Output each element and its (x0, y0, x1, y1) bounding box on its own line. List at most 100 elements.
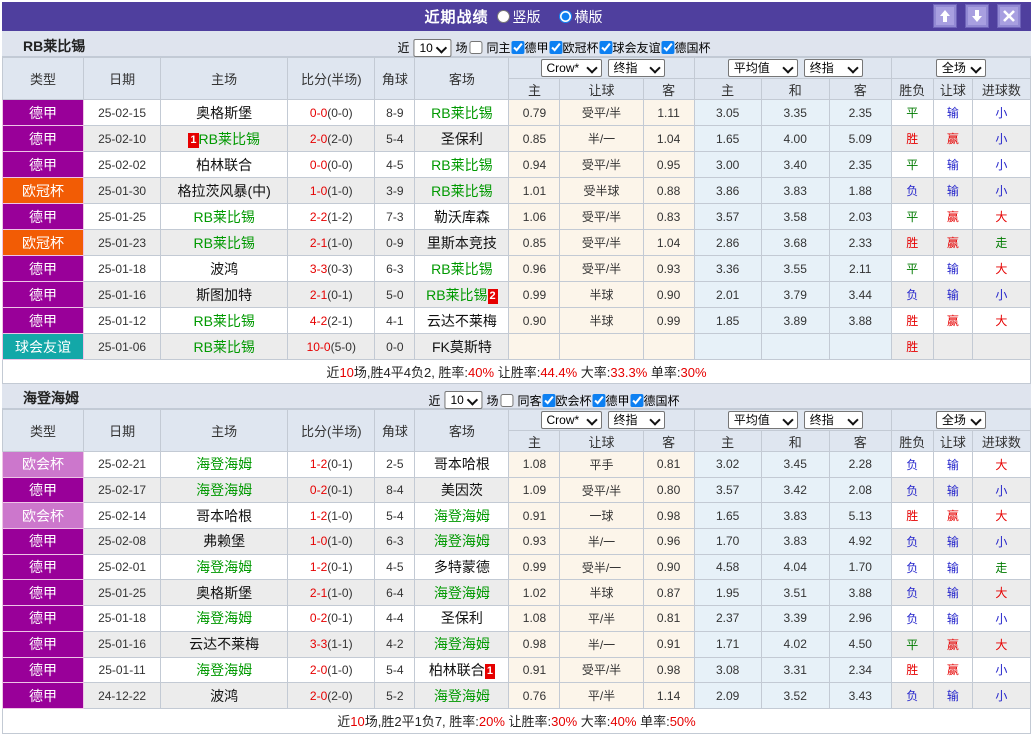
away-team-name[interactable]: RB莱比锡 (431, 105, 492, 121)
away-team-name[interactable]: 里斯本竞技 (427, 235, 497, 251)
away-team-name[interactable]: 圣保利 (441, 610, 483, 626)
league-checkbox-1[interactable] (593, 394, 606, 407)
league-checkbox-1[interactable] (550, 41, 563, 54)
home-team-name[interactable]: 哥本哈根 (196, 508, 252, 524)
radio-horizontal[interactable] (559, 10, 572, 23)
league-checkbox-0[interactable] (543, 394, 556, 407)
away-team-cell: RB莱比锡2 (415, 282, 509, 308)
home-team-name[interactable]: 海登海姆 (196, 559, 252, 575)
score-cell: 10-0(5-0) (288, 334, 375, 360)
home-team-name[interactable]: 海登海姆 (196, 662, 252, 678)
home-team-name[interactable]: 海登海姆 (196, 610, 252, 626)
summary-text: 场,胜4平4负2, 胜率: (354, 365, 468, 380)
radio-horizontal-label[interactable]: 横版 (559, 7, 603, 27)
home-team-name[interactable]: RB莱比锡 (193, 339, 254, 355)
asian-final-select[interactable]: 终指 (608, 411, 665, 429)
league-checkbox-2[interactable] (600, 41, 613, 54)
away-team-name[interactable]: 哥本哈根 (434, 456, 490, 472)
fulltime-score: 3-3 (310, 637, 327, 651)
result-handicap-cell: 输 (933, 282, 972, 308)
sub-header-result-1: 让球 (933, 79, 972, 100)
match-row: 德甲25-02-08弗赖堡1-0(1-0)6-3海登海姆0.93半/一0.961… (3, 529, 1031, 555)
bookmaker-select[interactable]: Crow* (541, 411, 602, 429)
home-team-cell: 1RB莱比锡 (161, 126, 288, 152)
corner-cell: 5-4 (375, 126, 415, 152)
home-team-name[interactable]: 奥格斯堡 (196, 105, 252, 121)
match-count-select[interactable]: 10 (413, 39, 451, 57)
home-team-name[interactable]: 奥格斯堡 (196, 585, 252, 601)
home-team-name[interactable]: 弗赖堡 (203, 533, 245, 549)
result-goals-cell: 小 (972, 657, 1030, 683)
asian-handicap-cell: 受平/半 (560, 657, 643, 683)
move-down-button[interactable] (966, 5, 988, 27)
result-goals-cell: 小 (972, 152, 1030, 178)
league-checkbox-3[interactable] (662, 41, 675, 54)
away-team-name[interactable]: RB莱比锡 (431, 183, 492, 199)
summary-value: 10 (339, 365, 353, 380)
fulltime-score: 10-0 (307, 340, 331, 354)
average-select[interactable]: 平均值 (728, 411, 798, 429)
bookmaker-select[interactable]: Crow* (541, 59, 602, 77)
summary-text: 近 (337, 714, 350, 729)
home-team-name[interactable]: 格拉茨风暴(中) (178, 183, 271, 199)
away-team-name[interactable]: 海登海姆 (434, 585, 490, 601)
move-up-button[interactable] (934, 5, 956, 27)
asian-final-select[interactable]: 终指 (608, 59, 665, 77)
same-venue-checkbox[interactable] (500, 394, 513, 407)
window-buttons (934, 5, 1020, 27)
away-team-name[interactable]: 圣保利 (441, 131, 483, 147)
scope-select[interactable]: 全场 (936, 59, 986, 77)
average-select[interactable]: 平均值 (728, 59, 798, 77)
home-team-name[interactable]: 云达不莱梅 (189, 636, 259, 652)
away-team-name[interactable]: 海登海姆 (434, 533, 490, 549)
away-team-name[interactable]: 海登海姆 (434, 508, 490, 524)
fulltime-score: 0-2 (310, 611, 327, 625)
away-team-name[interactable]: FK莫斯特 (432, 339, 492, 355)
away-team-name[interactable]: RB莱比锡 (431, 261, 492, 277)
euro-final-select[interactable]: 终指 (804, 59, 863, 77)
home-team-name[interactable]: 海登海姆 (196, 482, 252, 498)
match-count-select[interactable]: 10 (444, 391, 482, 409)
radio-vertical[interactable] (497, 10, 510, 23)
close-button[interactable] (998, 5, 1020, 27)
radio-vertical-label[interactable]: 竖版 (497, 7, 541, 27)
home-team-name[interactable]: 斯图加特 (196, 287, 252, 303)
league-checkbox-0[interactable] (511, 41, 524, 54)
home-team-name[interactable]: RB莱比锡 (193, 209, 254, 225)
result-goals-cell: 大 (972, 256, 1030, 282)
away-team-name[interactable]: 海登海姆 (434, 636, 490, 652)
euro-final-select[interactable]: 终指 (804, 411, 863, 429)
home-team-name[interactable]: 波鸿 (210, 261, 238, 277)
result-winloss-cell: 负 (891, 452, 933, 478)
result-winloss-cell: 胜 (891, 230, 933, 256)
away-team-name[interactable]: 勒沃库森 (434, 209, 490, 225)
away-team-name[interactable]: RB莱比锡 (426, 287, 487, 303)
league-cell: 德甲 (3, 152, 84, 178)
fulltime-score: 2-0 (310, 689, 327, 703)
home-team-name[interactable]: RB莱比锡 (193, 313, 254, 329)
asian-home-odds-cell: 1.02 (509, 580, 560, 606)
home-team-name[interactable]: 海登海姆 (196, 456, 252, 472)
away-team-cell: RB莱比锡 (415, 100, 509, 126)
scope-select[interactable]: 全场 (936, 411, 986, 429)
away-team-name[interactable]: 柏林联合 (429, 662, 485, 678)
away-team-name[interactable]: 美因茨 (441, 482, 483, 498)
league-cell: 德甲 (3, 631, 84, 657)
asian-home-odds-cell: 0.98 (509, 631, 560, 657)
league-checkbox-2[interactable] (631, 394, 644, 407)
away-team-name[interactable]: 海登海姆 (434, 688, 490, 704)
summary-text: 大率: (577, 714, 610, 729)
home-team-name[interactable]: RB莱比锡 (199, 131, 260, 147)
asian-away-odds-cell: 0.98 (643, 657, 694, 683)
away-team-name[interactable]: RB莱比锡 (431, 157, 492, 173)
home-team-name[interactable]: RB莱比锡 (193, 235, 254, 251)
away-team-name[interactable]: 多特蒙德 (434, 559, 490, 575)
home-team-cell: 奥格斯堡 (161, 100, 288, 126)
match-row: 德甲25-02-01海登海姆1-2(0-1)4-5多特蒙德0.99受半/一0.9… (3, 554, 1031, 580)
home-team-name[interactable]: 波鸿 (210, 688, 238, 704)
same-venue-checkbox[interactable] (469, 41, 482, 54)
halftime-score: (0-1) (327, 483, 352, 497)
match-count-select-wrap: 10 (413, 39, 451, 57)
away-team-name[interactable]: 云达不莱梅 (427, 313, 497, 329)
home-team-name[interactable]: 柏林联合 (196, 157, 252, 173)
